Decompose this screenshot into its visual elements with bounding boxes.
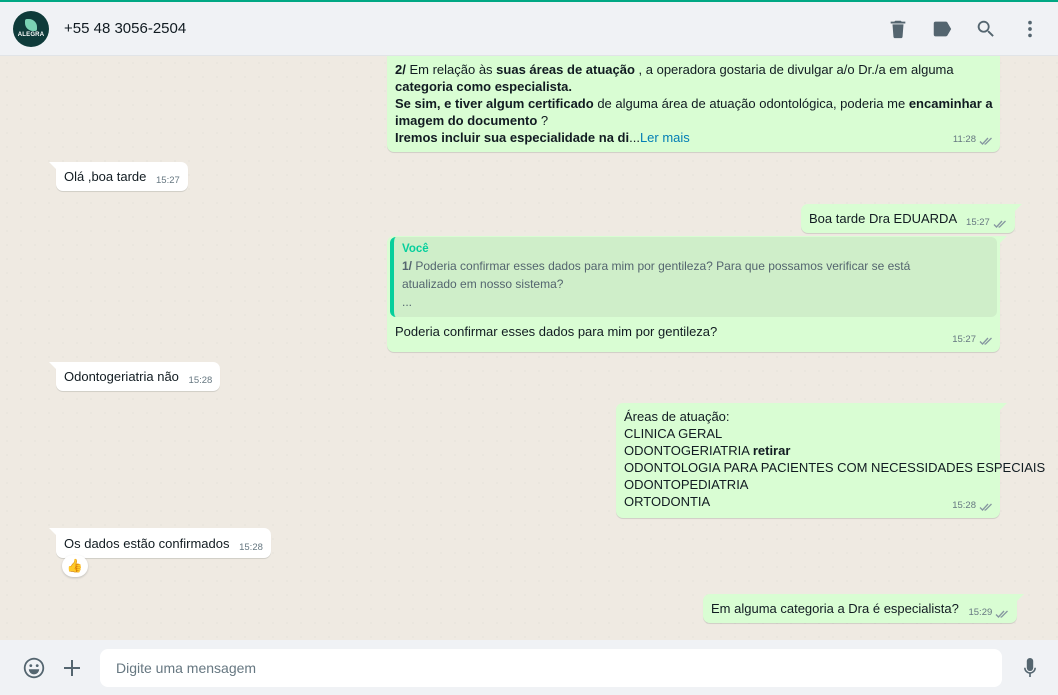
area-remove-note: retirar <box>752 443 791 458</box>
message-outgoing[interactable]: Boa tarde Dra EDUARDA 15:27 <box>801 204 1022 233</box>
emoji-icon[interactable] <box>22 656 46 680</box>
text-segment: ... <box>629 130 640 145</box>
message-time: 15:27 <box>952 334 976 345</box>
bold-text: suas áreas de atuação <box>496 62 635 77</box>
message-text: Boa tarde Dra EDUARDA <box>809 211 957 226</box>
message-meta: 15:27 <box>156 172 180 189</box>
text-segment: , a operadora gostaria de divulgar a/o D… <box>634 62 954 77</box>
message-input[interactable] <box>100 648 1002 687</box>
quote-author: Você <box>402 243 429 255</box>
area-item: ODONTOLOGIA PARA PACIENTES COM NECESSIDA… <box>624 460 1046 475</box>
message-time: 15:27 <box>156 175 180 186</box>
areas-title: Áreas de atuação: <box>624 409 730 424</box>
message-time: 15:28 <box>952 500 976 511</box>
area-item: ORTODONTIA <box>624 494 711 509</box>
quote-line: Poderia confirmar esses dados para mim p… <box>412 259 911 273</box>
message-outgoing[interactable]: Áreas de atuação: CLINICA GERAL ODONTOGE… <box>616 403 1046 518</box>
message-line: imagem do documento ? <box>395 112 992 129</box>
message-time: 15:28 <box>188 375 213 386</box>
text-segment: ? <box>537 113 549 128</box>
message-text: Em alguma categoria a Dra é especialista… <box>711 601 959 616</box>
message-line: Iremos incluir sua especialidade na di..… <box>395 129 992 146</box>
message-line: Se sim, e tiver algum certificado de alg… <box>395 95 993 112</box>
attach-plus-icon[interactable] <box>60 656 84 680</box>
thumbs-up-icon: 👍 <box>66 558 84 573</box>
microphone-icon[interactable] <box>1018 656 1042 680</box>
message-meta: 11:28 <box>953 131 993 148</box>
bold-text: Se sim, e tiver algum certificado <box>395 96 594 111</box>
message-outgoing[interactable]: Em alguma categoria a Dra é especialista… <box>703 594 1025 623</box>
message-time: 11:28 <box>952 134 976 145</box>
bold-text: Iremos incluir sua especialidade na di <box>395 130 630 145</box>
message-text: 2/ Em relação às suas áreas de atuação ,… <box>395 61 993 146</box>
double-check-icon <box>995 608 1009 618</box>
double-check-icon <box>979 335 993 345</box>
message-meta: 15:28 <box>189 372 213 389</box>
delete-icon[interactable] <box>886 17 910 41</box>
area-item: ODONTOPEDIATRIA <box>624 477 749 492</box>
search-icon[interactable] <box>974 17 998 41</box>
message-text: Poderia confirmar esses dados para mim p… <box>395 324 718 339</box>
quote-line: atualizado em nosso sistema? <box>402 277 564 291</box>
message-meta: 15:27 <box>966 214 1007 231</box>
logo-leaf-icon <box>25 19 37 31</box>
message-time: 15:27 <box>966 217 990 228</box>
menu-icon[interactable] <box>1018 17 1042 41</box>
text-segment: Em relação às <box>405 62 497 77</box>
chat-messages-area[interactable]: 2/ Em relação às suas áreas de atuação ,… <box>0 56 1058 640</box>
header-actions <box>886 17 1042 41</box>
quoted-message[interactable]: Você 1/ Poderia confirmar esses dados pa… <box>390 237 997 317</box>
bold-text: encaminhar a <box>908 96 993 111</box>
reaction-thumbs-up[interactable]: 👍 <box>62 555 88 577</box>
message-incoming[interactable]: Os dados estão confirmados 15:28 <box>49 528 271 558</box>
message-line: 2/ Em relação às suas áreas de atuação ,… <box>395 61 992 78</box>
chat-header: ALEGRA +55 48 3056-2504 <box>0 2 1058 56</box>
message-incoming[interactable]: Olá ,boa tarde 15:27 <box>49 162 188 191</box>
contact-avatar[interactable]: ALEGRA <box>13 10 49 47</box>
text-segment: de alguma área de atuação odontológica, … <box>593 96 909 111</box>
bold-text: categoria como especialista. <box>395 79 573 94</box>
message-line: categoria como especialista. <box>395 78 992 95</box>
message-outgoing[interactable]: 2/ Em relação às suas áreas de atuação ,… <box>387 56 1000 152</box>
area-item: ODONTOGERIATRIA <box>624 443 750 458</box>
quote-ellipsis: ... <box>402 295 413 309</box>
bold-text: 2/ <box>395 62 406 77</box>
avatar-logo-text: ALEGRA <box>17 32 45 38</box>
message-outgoing-with-quote[interactable]: Você 1/ Poderia confirmar esses dados pa… <box>387 236 1007 352</box>
message-meta: 15:28 <box>952 497 993 514</box>
message-text: Os dados estão confirmados <box>64 536 230 551</box>
double-check-icon <box>979 135 993 145</box>
message-time: 15:29 <box>968 607 993 618</box>
message-meta: 15:28 <box>239 539 263 556</box>
message-incoming[interactable]: Odontogeriatria não 15:28 <box>48 362 221 391</box>
message-meta: 15:27 <box>952 331 993 348</box>
double-check-icon <box>993 218 1007 228</box>
message-text: Olá ,boa tarde <box>64 169 147 184</box>
message-time: 15:28 <box>239 542 263 553</box>
quote-text: 1/ Poderia confirmar esses dados para mi… <box>402 257 989 311</box>
contact-name[interactable]: +55 48 3056-2504 <box>64 20 186 37</box>
area-item: CLINICA GERAL <box>624 426 723 441</box>
message-meta: 15:29 <box>968 604 1009 621</box>
read-more-link[interactable]: Ler mais <box>640 130 690 145</box>
double-check-icon <box>979 501 993 511</box>
message-text: Odontogeriatria não <box>64 369 179 384</box>
composer-bar <box>0 640 1058 695</box>
quote-prefix: 1/ <box>402 259 413 273</box>
bold-text: imagem do documento <box>395 113 538 128</box>
label-icon[interactable] <box>930 17 954 41</box>
